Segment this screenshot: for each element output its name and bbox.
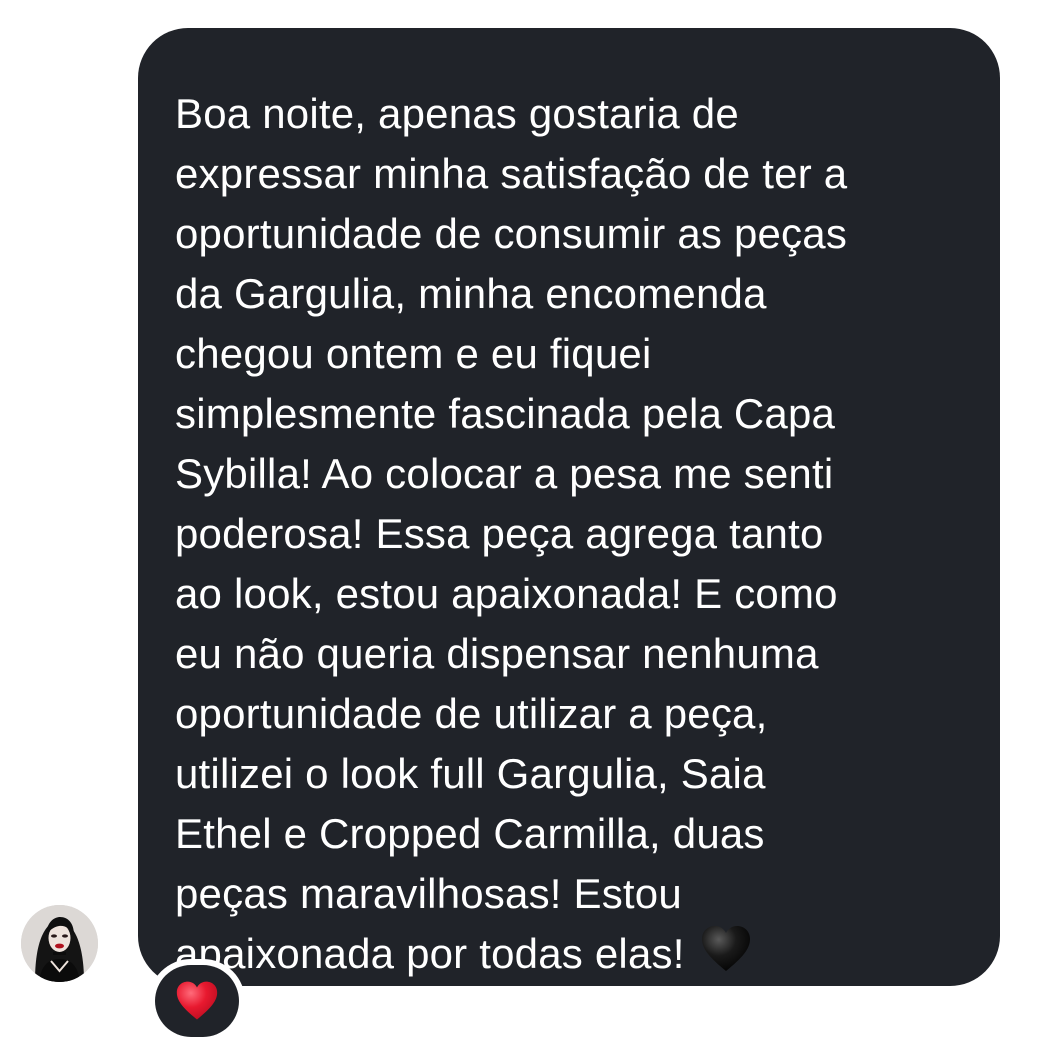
black-heart-icon bbox=[702, 926, 751, 971]
message-body: Boa noite, apenas gostaria de expressar … bbox=[175, 90, 848, 977]
reaction-pill bbox=[155, 965, 239, 1037]
chat-view: Boa noite, apenas gostaria de expressar … bbox=[0, 0, 1061, 1051]
message-bubble[interactable]: Boa noite, apenas gostaria de expressar … bbox=[138, 28, 1000, 986]
message-text: Boa noite, apenas gostaria de expressar … bbox=[175, 84, 1000, 984]
reaction-badge[interactable] bbox=[149, 959, 245, 1043]
red-heart-icon bbox=[176, 981, 218, 1020]
profile-avatar-image bbox=[21, 905, 98, 982]
avatar[interactable] bbox=[21, 905, 98, 982]
